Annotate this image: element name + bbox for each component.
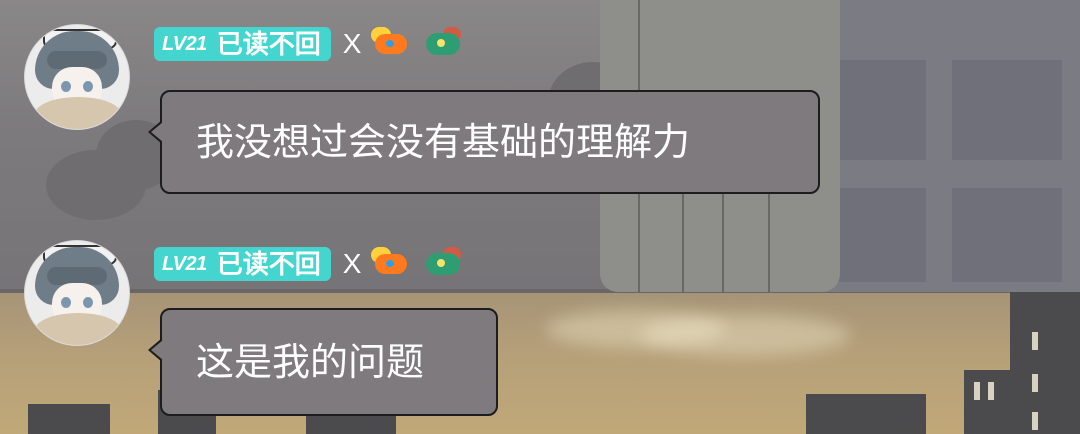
message-bubble[interactable]: 这是我的问题 [148,308,498,416]
separator-label: X [342,248,362,279]
status-badge: LV21 已读不回 [154,247,331,281]
level-label: LV21 [162,252,207,275]
message-text: 这是我的问题 [196,340,425,384]
red-dragon-medal-icon [371,247,413,281]
avatar-fur-collar-icon [35,313,121,345]
avatar-right-eye-icon [83,297,93,308]
chat-message-2: LV21 已读不回 X 这是我的问题 [0,0,1080,434]
message-header: LV21 已读不回 X [154,244,465,284]
avatar[interactable] [24,240,130,346]
green-dragon-medal-icon [423,247,465,281]
avatar-left-eye-icon [61,297,71,308]
status-label: 已读不回 [216,249,321,279]
